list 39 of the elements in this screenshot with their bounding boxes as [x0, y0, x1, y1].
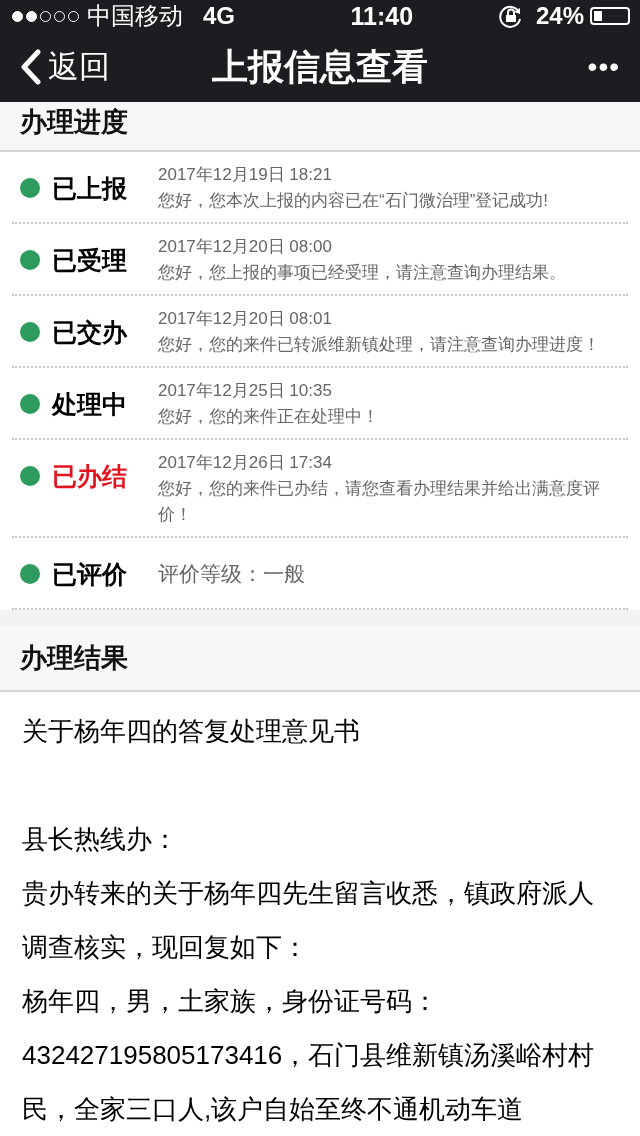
step-date: 2017年12月26日 17:34 — [158, 452, 333, 475]
step-label: 已受理 — [52, 244, 127, 276]
step-label: 已评价 — [52, 558, 127, 590]
step-date: 2017年12月19日 18:21 — [158, 164, 333, 187]
battery-percent: 24% — [535, 2, 584, 30]
step-date: 2017年12月20日 08:01 — [158, 308, 333, 331]
body-text: 县长热线办： — [22, 823, 179, 856]
step-message: 您好，您的来件正在处理中！ — [158, 406, 380, 429]
step-label: 处理中 — [52, 388, 127, 420]
document-title: 关于杨年四的答复处理意见书 — [22, 715, 361, 748]
body-text: 杨年四，男，土家族，身份证号码：432427195805173416，石门县维新镇汤溪峪村村民，全家三口人,该户自始至终不通机动车道 — [22, 985, 596, 1126]
step-message: 您好，您上报的事项已经受理，请注意查询办理结果。 — [158, 262, 567, 285]
step-label: 已交办 — [52, 316, 127, 348]
status-dot — [20, 250, 40, 271]
carrier-name: 中国移动 — [87, 1, 183, 31]
step-date: 2017年12月25日 10:35 — [158, 380, 333, 403]
status-dot — [20, 466, 40, 487]
page-title: 上报信息查看 — [212, 44, 428, 89]
status-dot — [20, 178, 40, 199]
step-message: 评价等级：一般 — [158, 561, 306, 588]
status-dot — [20, 564, 40, 585]
clock-time: 11:40 — [350, 1, 415, 31]
network-type: 4G — [203, 2, 236, 30]
section-header: 办理进度 — [0, 102, 640, 153]
section-header: 办理结果 — [0, 626, 640, 692]
status-dot — [20, 322, 40, 343]
step-date: 2017年12月20日 08:00 — [158, 236, 333, 259]
step-label: 已上报 — [52, 172, 127, 204]
chevron-left-icon — [20, 49, 42, 86]
more-button[interactable]: ••• — [490, 51, 620, 84]
step-message: 您好，您的来件已转派维新镇处理，请注意查询办理进度！ — [158, 334, 601, 357]
back-button[interactable]: 返回 — [20, 46, 150, 89]
battery-icon — [590, 7, 630, 25]
rotation-lock-icon — [497, 3, 524, 29]
status-dot — [20, 394, 40, 415]
step-message: 您好，您的来件已办结，请您查看办理结果并给出满意度评价！ — [158, 478, 601, 527]
step-message: 您好，您本次上报的内容已在“石门微治理”登记成功! — [158, 190, 550, 213]
step-label: 已办结 — [52, 460, 127, 492]
body-text: 贵办转来的关于杨年四先生留言收悉，镇政府派人调查核实，现回复如下： — [22, 877, 595, 964]
